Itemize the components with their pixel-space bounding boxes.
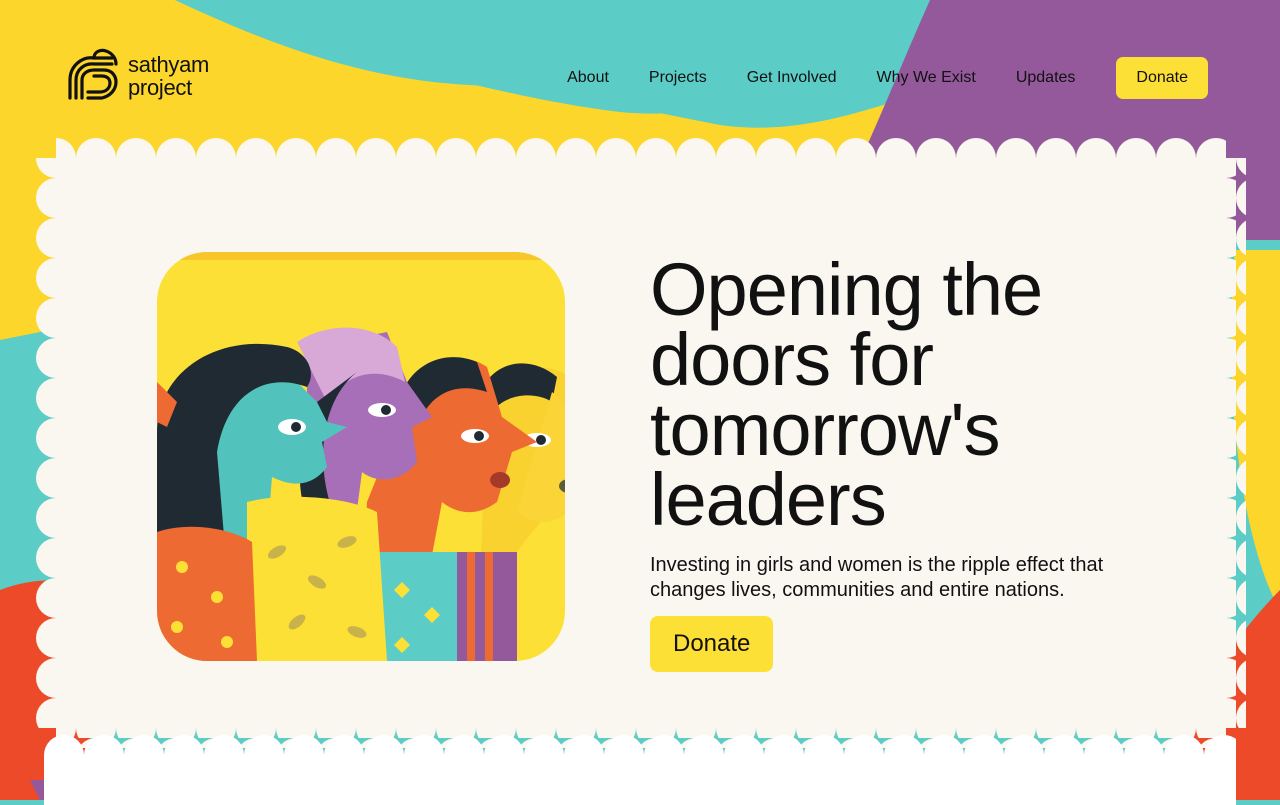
next-section-edge	[44, 735, 1236, 805]
hero-donate-button[interactable]: Donate	[650, 616, 774, 672]
main-nav: About Projects Get Involved Why We Exist…	[567, 57, 1208, 99]
hero-headline: Opening the doors for tomorrow's leaders	[650, 248, 1043, 541]
heart-logo-icon	[68, 48, 118, 100]
hero-text-block: Opening the doors for tomorrow's leaders…	[650, 248, 1170, 672]
nav-projects[interactable]: Projects	[649, 69, 707, 87]
site-header: sathyam project About Projects Get Invol…	[0, 0, 1280, 160]
brand-name-line2: project	[128, 75, 192, 100]
nav-donate-button[interactable]: Donate	[1116, 57, 1208, 99]
brand-name-line1: sathyam	[128, 52, 210, 77]
women-profiles-icon	[157, 252, 565, 661]
nav-updates[interactable]: Updates	[1016, 69, 1076, 87]
brand-logo[interactable]: sathyam project	[64, 46, 209, 106]
hero-illustration	[157, 252, 565, 661]
nav-get-involved[interactable]: Get Involved	[747, 69, 837, 87]
nav-why-we-exist[interactable]: Why We Exist	[877, 69, 976, 87]
nav-about[interactable]: About	[567, 69, 609, 87]
hero-subtext: Investing in girls and women is the ripp…	[650, 554, 1104, 601]
